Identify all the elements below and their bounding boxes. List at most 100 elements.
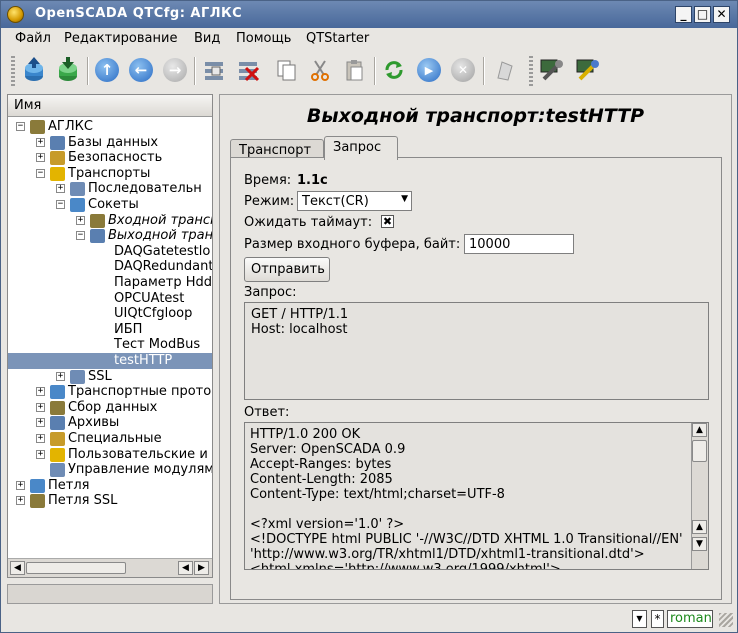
tree-item-label: OPCUAtest: [114, 290, 185, 306]
tree-node-icon: [50, 463, 65, 478]
close-button[interactable]: ✕: [713, 6, 730, 23]
expand-icon[interactable]: +: [56, 184, 65, 194]
expand-icon[interactable]: +: [36, 418, 45, 428]
tree-item[interactable]: + Петля SSL: [8, 493, 212, 509]
tree-item[interactable]: − АГЛКС: [8, 119, 212, 135]
refresh-icon[interactable]: [379, 54, 409, 86]
tree-node-icon: [90, 213, 105, 228]
cut-icon[interactable]: [305, 54, 335, 86]
expand-icon[interactable]: +: [36, 402, 45, 412]
expand-icon[interactable]: +: [36, 434, 45, 443]
stop-icon[interactable]: ✕: [448, 54, 478, 86]
tree-item[interactable]: + Петля: [8, 478, 212, 494]
title-bar[interactable]: OpenSCADA QTCfg: АГЛКС _ □ ✕: [1, 1, 737, 28]
request-textarea[interactable]: GET / HTTP/1.1 Host: localhost: [244, 302, 709, 400]
db-save-icon[interactable]: [53, 54, 83, 86]
forward-icon[interactable]: →: [160, 54, 190, 86]
tree-item[interactable]: + Сбор данных: [8, 400, 212, 416]
expand-icon[interactable]: +: [36, 153, 45, 163]
tree-item[interactable]: + Безопасность: [8, 150, 212, 166]
response-vertical-scrollbar[interactable]: ▲ ▲ ▼: [691, 423, 708, 569]
tree-item[interactable]: − Сокеты: [8, 197, 212, 213]
toolbar-grip[interactable]: [11, 56, 15, 86]
maximize-button[interactable]: □: [694, 6, 711, 23]
navigation-tree[interactable]: − АГЛКС + Базы данных + Безопасность − Транспор…: [8, 118, 212, 558]
expand-icon[interactable]: +: [76, 215, 85, 225]
response-scroll-thumb[interactable]: [692, 440, 707, 462]
menu-qtstarter[interactable]: QTStarter: [306, 31, 369, 46]
menu-file[interactable]: Файл: [15, 31, 51, 46]
tree-item[interactable]: + Последовательн: [8, 181, 212, 197]
paste-icon[interactable]: [339, 54, 369, 86]
tree-header[interactable]: Имя: [8, 95, 212, 117]
response-textarea[interactable]: HTTP/1.0 200 OK Server: OpenSCADA 0.9 Ac…: [245, 423, 692, 569]
tree-item[interactable]: UIQtCfgloop: [8, 306, 212, 322]
collapse-icon[interactable]: −: [56, 200, 65, 209]
tree-item[interactable]: OPCUAtest: [8, 291, 212, 307]
tree-item[interactable]: + SSL: [8, 369, 212, 385]
tree-item[interactable]: + Пользовательские и: [8, 447, 212, 463]
collapse-icon[interactable]: −: [16, 122, 25, 131]
resize-grip[interactable]: [719, 613, 733, 627]
tree-node-icon: [50, 416, 65, 431]
tree-node-icon: [70, 198, 85, 212]
scroll-down-icon[interactable]: ▼: [692, 537, 707, 551]
tree-item[interactable]: + Транспортные прото: [8, 384, 212, 400]
send-button[interactable]: Отправить: [244, 257, 330, 282]
scroll-up-icon[interactable]: ▲: [692, 520, 707, 534]
tree-item[interactable]: Тест ModBus: [8, 337, 212, 353]
tree-item-label: АГЛКС: [48, 119, 93, 134]
tree-item[interactable]: testHTTP: [8, 353, 212, 369]
buffer-size-input[interactable]: 10000: [464, 234, 574, 254]
menu-help[interactable]: Помощь: [236, 31, 291, 46]
tree-item[interactable]: − Выходной трансп: [8, 228, 212, 244]
tree-item[interactable]: + Специальные: [8, 431, 212, 447]
scroll-left-icon[interactable]: ◀: [10, 561, 25, 575]
tree-horizontal-scrollbar[interactable]: ◀ ◀ ▶: [8, 558, 212, 577]
back-icon[interactable]: ←: [126, 54, 156, 86]
start-icon[interactable]: ▶: [414, 54, 444, 86]
tab-request[interactable]: Запрос: [324, 136, 398, 160]
add-item-icon[interactable]: [199, 54, 229, 86]
mode-select[interactable]: Текст(CR) ▼: [297, 191, 412, 211]
db-load-icon[interactable]: [19, 54, 49, 86]
expand-icon[interactable]: +: [16, 496, 25, 506]
starter-icon[interactable]: [572, 54, 602, 86]
scroll-up-icon[interactable]: ▲: [692, 423, 707, 437]
tree-item[interactable]: Параметр Hdd: [8, 275, 212, 291]
info-icon[interactable]: [489, 54, 519, 86]
status-dropdown[interactable]: ▼: [632, 610, 647, 628]
collapse-icon[interactable]: −: [76, 231, 85, 241]
minimize-button[interactable]: _: [675, 6, 692, 23]
collapse-icon[interactable]: −: [36, 168, 45, 178]
expand-icon[interactable]: +: [16, 480, 25, 490]
scroll-left-icon[interactable]: ◀: [178, 561, 193, 575]
copy-icon[interactable]: [271, 54, 301, 86]
tree-item[interactable]: ИБП: [8, 322, 212, 338]
tree-scroll-thumb[interactable]: [26, 562, 126, 574]
expand-icon[interactable]: +: [36, 449, 45, 459]
response-box[interactable]: HTTP/1.0 200 OK Server: OpenSCADA 0.9 Ac…: [244, 422, 709, 570]
scroll-right-icon[interactable]: ▶: [194, 561, 209, 575]
menu-edit[interactable]: Редактирование: [64, 31, 177, 46]
timeout-checkbox[interactable]: ✖: [381, 215, 394, 228]
tree-item[interactable]: Управление модулям: [8, 462, 212, 478]
tree-item[interactable]: + Входной трансп: [8, 213, 212, 229]
status-user[interactable]: roman: [667, 610, 713, 628]
tree-item[interactable]: + Базы данных: [8, 135, 212, 151]
tree-item[interactable]: − Транспорты: [8, 166, 212, 182]
up-icon[interactable]: ↑: [92, 54, 122, 86]
menu-view[interactable]: Вид: [194, 31, 220, 46]
tree-item[interactable]: DAQRedundant: [8, 259, 212, 275]
delete-item-icon[interactable]: [233, 54, 263, 86]
expand-icon[interactable]: +: [36, 387, 45, 397]
buffer-size-label: Размер входного буфера, байт:: [244, 237, 461, 252]
toolbar-grip[interactable]: [529, 56, 533, 86]
tree-node-icon: [90, 229, 105, 244]
tree-node-icon: [50, 166, 65, 181]
expand-icon[interactable]: +: [56, 371, 65, 381]
tree-item[interactable]: + Архивы: [8, 415, 212, 431]
expand-icon[interactable]: +: [36, 137, 45, 147]
config-icon[interactable]: [536, 54, 566, 86]
tree-item[interactable]: DAQGatetestlo: [8, 244, 212, 260]
